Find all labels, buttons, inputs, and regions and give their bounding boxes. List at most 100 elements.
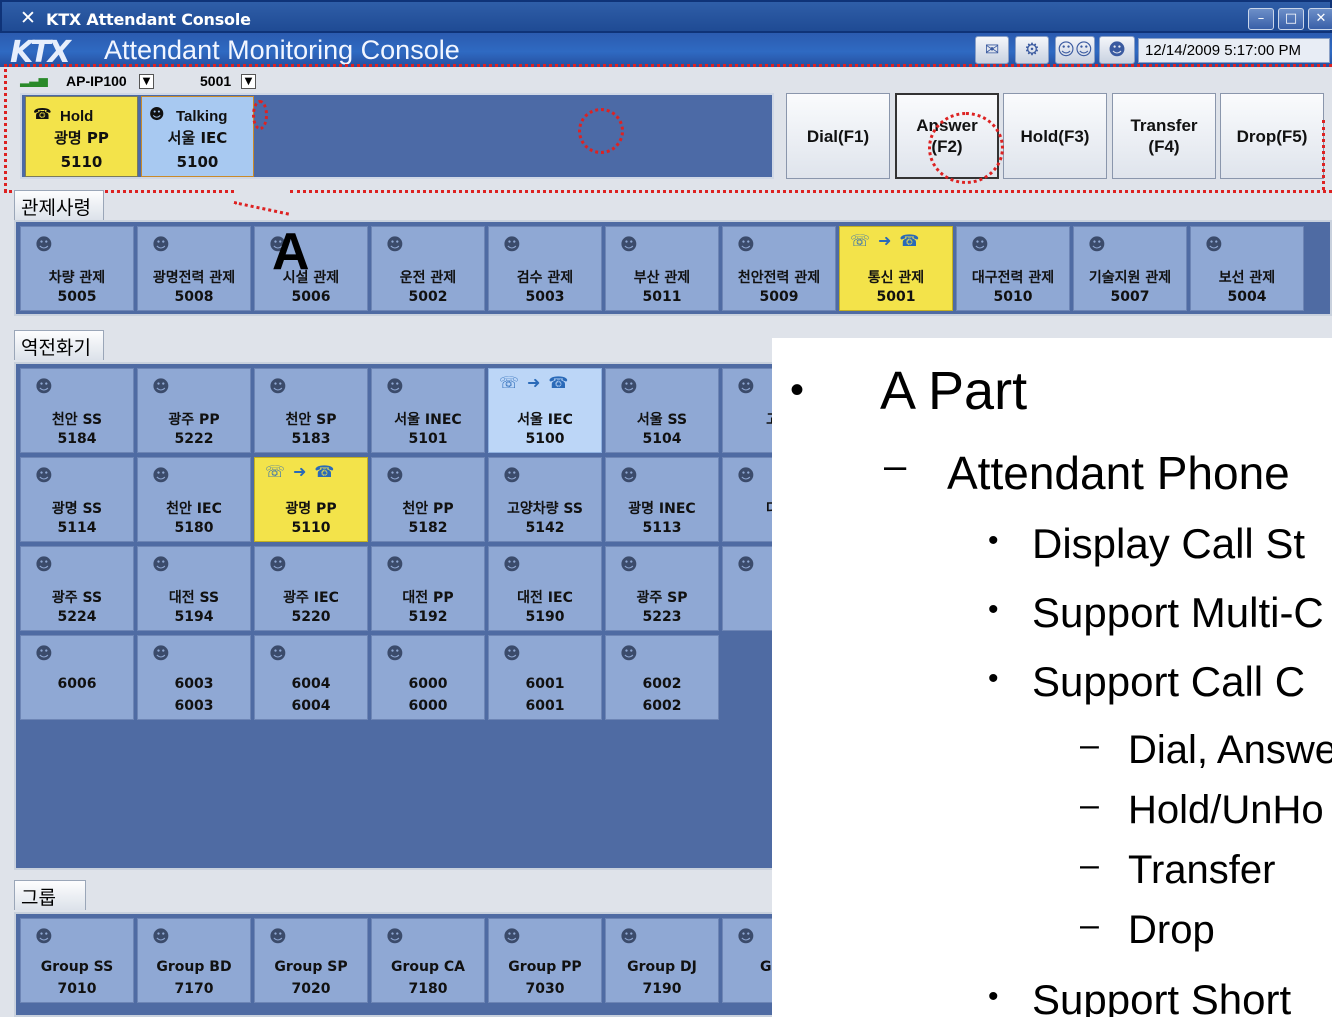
tile-name: Group PP: [508, 959, 582, 975]
call-slot-hold[interactable]: ☎ Hold 광명 PP 5110: [25, 96, 138, 177]
phone-tile[interactable]: ☻ 천안 SS 5184: [20, 368, 134, 453]
tile-name: 광명 SS: [51, 501, 103, 517]
phone-tile[interactable]: ☻ 광명 SS 5114: [20, 457, 134, 542]
phone-tile[interactable]: ☻ 6006: [20, 635, 134, 720]
users-icon[interactable]: ☺☺: [1055, 36, 1095, 64]
phone-tile[interactable]: ☻ 대전 IEC 5190: [488, 546, 602, 631]
user-group-icon[interactable]: ☻: [1099, 36, 1135, 64]
phone-tile[interactable]: ☏➜☎ 광명 PP 5110: [254, 457, 368, 542]
tab-station-phones[interactable]: 역전화기: [14, 330, 104, 360]
phone-tile[interactable]: ☻ 광주 SS 5224: [20, 546, 134, 631]
tile-number: 6004: [291, 698, 331, 714]
maximize-button[interactable]: □: [1278, 8, 1304, 30]
phone-tile[interactable]: ☻ 차량 관제 5005: [20, 226, 134, 311]
phone-tile[interactable]: ☻ Group PP 7030: [488, 918, 602, 1003]
phone-tile[interactable]: ☻ Group DJ 7190: [605, 918, 719, 1003]
tile-number: 5101: [408, 431, 448, 447]
phone-tile[interactable]: ☻ 대전 PP 5192: [371, 546, 485, 631]
phone-tile[interactable]: ☻ 천안 SP 5183: [254, 368, 368, 453]
bullet-dash: –: [1080, 906, 1099, 944]
slide-item: Support Short: [1032, 976, 1292, 1017]
phone-tile[interactable]: ☻ 6003 6003: [137, 635, 251, 720]
phone-tile[interactable]: ☻ Group CA 7180: [371, 918, 485, 1003]
tab-control[interactable]: 관제사령: [14, 190, 104, 220]
tile-number: 5194: [174, 609, 214, 625]
extension-dropdown-button[interactable]: ▼: [241, 74, 256, 89]
phone-tile[interactable]: ☻ 광명 INEC 5113: [605, 457, 719, 542]
phone-tile[interactable]: ☻ 광명전력 관제 5008: [137, 226, 251, 311]
phone-tile[interactable]: ☻ 6000 6000: [371, 635, 485, 720]
phone-tile[interactable]: ☻ 천안 PP 5182: [371, 457, 485, 542]
tile-name: 광명 PP: [285, 501, 337, 517]
hold-button[interactable]: Hold(F3): [1003, 93, 1107, 179]
phone-tile[interactable]: ☻ 대구전력 관제 5010: [956, 226, 1070, 311]
tile-name: 서울 SS: [636, 412, 688, 428]
bullet: •: [988, 524, 999, 557]
slide-item: Display Call St: [1032, 520, 1306, 567]
tile-number: 7170: [174, 981, 214, 997]
dial-button[interactable]: Dial(F1): [786, 93, 890, 179]
annotation-circle: [252, 100, 268, 130]
settings-icon[interactable]: ⚙: [1015, 36, 1049, 64]
user-icon: ☻: [386, 927, 404, 947]
tile-number: 7020: [291, 981, 331, 997]
user-icon: ☻: [503, 644, 521, 664]
tile-number: 5192: [408, 609, 448, 625]
phone-tile[interactable]: ☻ 대전 SS 5194: [137, 546, 251, 631]
tile-number: 5184: [57, 431, 97, 447]
phone-tile[interactable]: ☻ 운전 관제 5002: [371, 226, 485, 311]
phone-tile[interactable]: ☻ 서울 INEC 5101: [371, 368, 485, 453]
phone-tile[interactable]: ☻ 광주 IEC 5220: [254, 546, 368, 631]
minimize-button[interactable]: –: [1248, 8, 1274, 30]
phone-tile[interactable]: ☻ Group BD 7170: [137, 918, 251, 1003]
phone-tile[interactable]: ☻ 검수 관제 5003: [488, 226, 602, 311]
tile-number: 5002: [408, 289, 448, 305]
phone-tile[interactable]: ☻ Group SS 7010: [20, 918, 134, 1003]
phone-tile[interactable]: ☏➜☎ 서울 IEC 5100: [488, 368, 602, 453]
transfer-button[interactable]: Transfer (F4): [1112, 93, 1216, 179]
tile-name: 천안전력 관제: [737, 270, 821, 286]
phone-tile[interactable]: ☻ 6002 6002: [605, 635, 719, 720]
phone-tile[interactable]: ☻ Group SP 7020: [254, 918, 368, 1003]
bullet: •: [988, 980, 999, 1013]
bullet-dash: –: [1080, 726, 1099, 764]
phone-tile[interactable]: ☏➜☎ 통신 관제 5001: [839, 226, 953, 311]
tile-name: 대전 IEC: [517, 590, 573, 606]
phone-tile[interactable]: ☻ 광주 PP 5222: [137, 368, 251, 453]
tile-name: 광주 SS: [51, 590, 103, 606]
call-slot-talking[interactable]: ☻ Talking 서울 IEC 5100: [141, 96, 254, 177]
app-title: Attendant Monitoring Console: [104, 35, 460, 65]
phone-tile[interactable]: ☻ 부산 관제 5011: [605, 226, 719, 311]
phone-tile[interactable]: ☻ 서울 SS 5104: [605, 368, 719, 453]
drop-button[interactable]: Drop(F5): [1220, 93, 1324, 179]
bullet: •: [988, 593, 999, 626]
user-icon: ☻: [35, 555, 53, 575]
user-icon: ☻: [971, 235, 989, 255]
tile-name: Group CA: [391, 959, 465, 975]
phone-tile[interactable]: ☻ 보선 관제 5004: [1190, 226, 1304, 311]
phone-tile[interactable]: ☻ 기술지원 관제 5007: [1073, 226, 1187, 311]
user-icon: ☻: [620, 377, 638, 397]
user-icon: ☻: [152, 377, 170, 397]
tile-name: 광주 PP: [168, 412, 220, 428]
tile-name: Group SP: [274, 959, 348, 975]
tile-number: 5223: [642, 609, 682, 625]
app-icon: ✕: [20, 7, 36, 29]
user-icon: ☻: [386, 555, 404, 575]
tile-name: 고양차량 SS: [507, 501, 583, 517]
phone-tile[interactable]: ☻ 6001 6001: [488, 635, 602, 720]
phone-tile[interactable]: ☻ 천안 IEC 5180: [137, 457, 251, 542]
user-icon: ☻: [152, 644, 170, 664]
message-icon[interactable]: ✉: [975, 36, 1009, 64]
annotation-outline: [1322, 120, 1325, 190]
ap-dropdown-button[interactable]: ▼: [139, 74, 154, 89]
extension-number: 5001: [200, 73, 232, 89]
close-button[interactable]: ✕: [1308, 8, 1332, 30]
tab-groups[interactable]: 그룹: [14, 880, 86, 910]
phone-tile[interactable]: ☻ 6004 6004: [254, 635, 368, 720]
window-title: KTX Attendant Console: [46, 10, 251, 29]
call-status-icon: ☏➜☎: [265, 462, 343, 481]
phone-tile[interactable]: ☻ 고양차량 SS 5142: [488, 457, 602, 542]
phone-tile[interactable]: ☻ 광주 SP 5223: [605, 546, 719, 631]
phone-tile[interactable]: ☻ 천안전력 관제 5009: [722, 226, 836, 311]
